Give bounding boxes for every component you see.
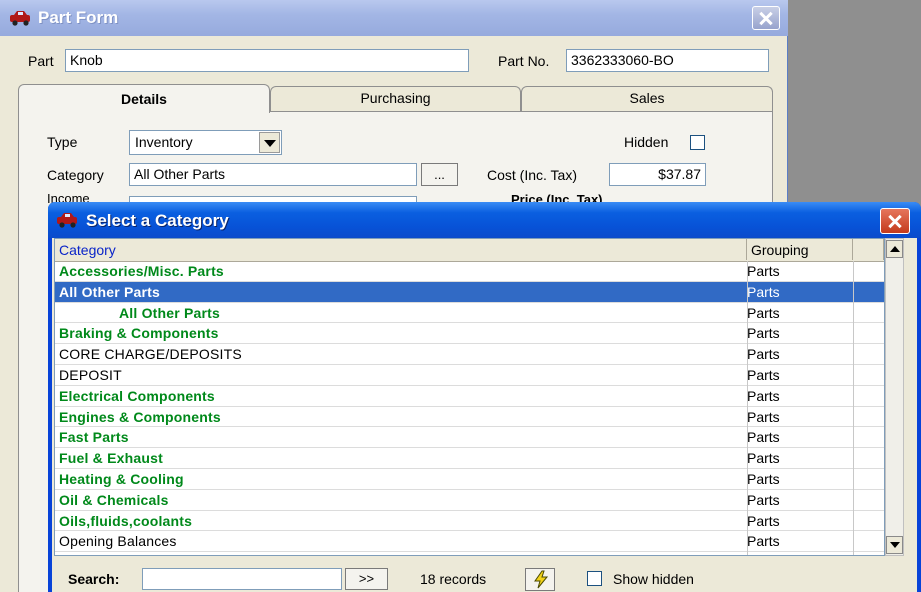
tab-details[interactable]: Details	[18, 84, 270, 113]
column-divider	[747, 261, 748, 555]
close-button[interactable]	[880, 208, 910, 234]
table-row[interactable]: Accessories/Misc. Parts Parts	[55, 261, 884, 282]
category-cell: Fuel & Exhaust	[59, 450, 163, 467]
column-header-spacer	[853, 239, 884, 260]
column-header-category[interactable]: Category	[55, 239, 747, 260]
category-cell: CORE CHARGE/DEPOSITS	[59, 346, 242, 363]
part-label: Part	[28, 53, 54, 69]
vertical-scrollbar[interactable]	[885, 238, 904, 556]
scroll-up-button[interactable]	[886, 240, 903, 258]
hidden-label: Hidden	[624, 134, 669, 150]
dialog-body: Category Grouping Accessories/Misc. Part…	[52, 238, 917, 592]
close-button[interactable]	[752, 6, 780, 30]
table-row[interactable]: Fuel & Exhaust Parts	[55, 448, 884, 469]
grouping-cell: Parts	[747, 263, 780, 279]
window-title: Part Form	[38, 8, 119, 27]
table-row[interactable]: All Other Parts Parts	[55, 303, 884, 324]
category-label: Category	[47, 167, 104, 183]
category-cell: Oil & Chemicals	[59, 491, 169, 508]
table-row[interactable]: CORE CHARGE/DEPOSITS Parts	[55, 344, 884, 365]
part-form-titlebar[interactable]: Part Form	[0, 0, 788, 36]
scroll-down-button[interactable]	[886, 536, 903, 554]
grouping-cell: Parts	[747, 450, 780, 467]
part-number-field[interactable]: 3362333060-BO	[566, 49, 769, 72]
show-hidden-checkbox[interactable]	[587, 571, 602, 586]
table-row[interactable]: DEPOSIT Parts	[55, 365, 884, 386]
grouping-cell: Parts	[747, 533, 780, 550]
part-number-label: Part No.	[498, 53, 550, 69]
hidden-checkbox[interactable]	[690, 135, 705, 150]
category-cell: Electrical Components	[59, 387, 215, 404]
table-row[interactable]: Fast Parts Parts	[55, 427, 884, 449]
table-row[interactable]: Braking & Components Parts	[55, 323, 884, 345]
close-icon	[753, 7, 779, 29]
category-cell: Heating & Cooling	[59, 471, 184, 487]
table-row[interactable]: Opening Balances Parts	[55, 531, 884, 553]
table-row[interactable]: Engines & Components Parts	[55, 407, 884, 428]
category-cell: Engines & Components	[59, 408, 221, 425]
grouping-cell: Parts	[747, 471, 780, 487]
arrow-down-icon	[890, 542, 900, 548]
grouping-cell: Parts	[747, 367, 780, 383]
grouping-cell: Parts	[747, 325, 780, 342]
type-dropdown-button[interactable]	[259, 132, 280, 153]
column-divider	[853, 261, 854, 555]
category-browse-button[interactable]: ...	[421, 163, 458, 186]
category-field[interactable]: All Other Parts	[129, 163, 417, 186]
grouping-cell: Parts	[747, 429, 780, 446]
car-icon	[55, 211, 81, 229]
category-cell: Opening Balances	[59, 533, 177, 550]
category-cell: Fast Parts	[59, 429, 129, 446]
arrow-up-icon	[890, 246, 900, 252]
table-row[interactable]: Electrical Components Parts	[55, 386, 884, 407]
grouping-cell: Parts	[747, 346, 780, 363]
grouping-cell: Parts	[747, 387, 780, 404]
close-icon	[881, 209, 909, 233]
lightning-icon	[532, 570, 550, 592]
chevron-down-icon	[264, 140, 276, 147]
column-header-grouping[interactable]: Grouping	[747, 239, 853, 260]
grouping-cell: Parts	[747, 512, 780, 529]
grouping-cell: Parts	[747, 283, 780, 300]
category-cell: SUBLET	[59, 554, 115, 555]
search-go-button[interactable]: >>	[345, 568, 388, 590]
type-value: Inventory	[135, 134, 193, 150]
refresh-button[interactable]	[525, 568, 555, 591]
category-cell: All Other Parts	[59, 283, 161, 300]
cost-field[interactable]: $37.87	[609, 163, 706, 186]
table-row[interactable]: Heating & Cooling Parts	[55, 469, 884, 490]
tab-sales[interactable]: Sales	[521, 86, 773, 111]
tab-purchasing[interactable]: Purchasing	[270, 86, 521, 111]
table-row[interactable]: All Other Parts Parts	[55, 281, 884, 303]
grouping-cell: Parts	[747, 304, 780, 321]
category-grid[interactable]: Category Grouping Accessories/Misc. Part…	[54, 238, 885, 556]
grouping-cell: Parts	[747, 408, 780, 425]
table-row[interactable]: SUBLET Parts	[55, 552, 884, 555]
category-cell: All Other Parts	[119, 304, 221, 321]
car-icon	[8, 9, 34, 27]
dialog-footer: Search: >> 18 records Show hidden	[52, 566, 917, 592]
category-cell: DEPOSIT	[59, 367, 122, 383]
type-select[interactable]: Inventory	[129, 130, 282, 155]
select-category-dialog: Select a Category Category Grouping Acce…	[48, 202, 921, 592]
select-category-titlebar[interactable]: Select a Category	[48, 202, 921, 238]
grid-header: Category Grouping	[55, 239, 884, 262]
grouping-cell: Parts	[747, 491, 780, 508]
record-count: 18 records	[420, 571, 487, 587]
show-hidden-label: Show hidden	[613, 571, 694, 587]
part-name-field[interactable]: Knob	[65, 49, 469, 72]
dialog-title: Select a Category	[86, 211, 229, 230]
search-input[interactable]	[142, 568, 342, 590]
search-label: Search:	[68, 571, 120, 587]
cost-label: Cost (Inc. Tax)	[487, 167, 577, 183]
type-label: Type	[47, 134, 78, 150]
category-cell: Oils,fluids,coolants	[59, 512, 193, 529]
table-row[interactable]: Oil & Chemicals Parts	[55, 490, 884, 511]
category-cell: Braking & Components	[59, 325, 219, 342]
category-cell: Accessories/Misc. Parts	[59, 263, 224, 279]
grouping-cell: Parts	[747, 554, 780, 555]
table-row[interactable]: Oils,fluids,coolants Parts	[55, 511, 884, 532]
